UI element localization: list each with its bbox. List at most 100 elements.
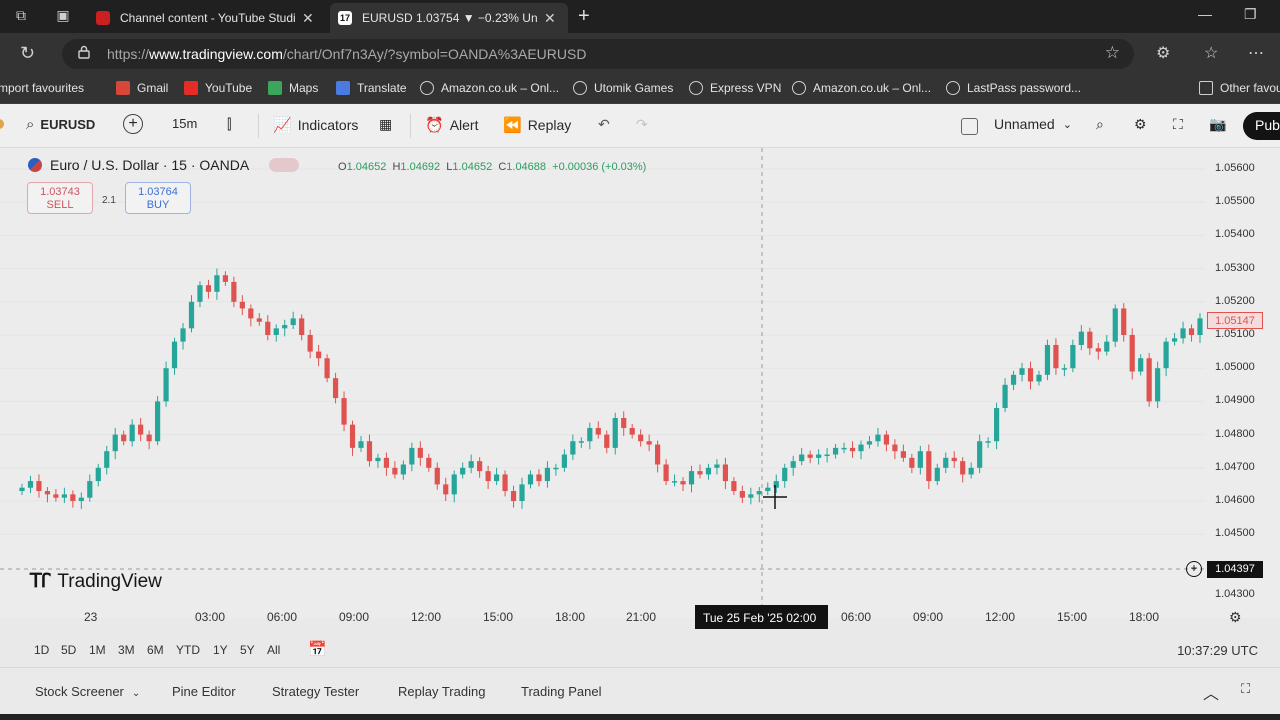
range-ytd[interactable]: YTD (176, 643, 200, 657)
utc-clock[interactable]: 10:37:29 UTC (1177, 643, 1258, 658)
maximize-panel-icon[interactable]: ⛶ (1241, 681, 1250, 697)
avatar[interactable] (0, 119, 4, 129)
publish-button[interactable]: Publ (1243, 112, 1280, 140)
bookmark-amazon-2[interactable]: Amazon.co.uk – Onl... (792, 81, 931, 95)
candle (926, 444, 932, 490)
settings-gear-icon[interactable]: ⚙ (1134, 116, 1147, 133)
chevron-up-icon[interactable]: ︿ (1203, 680, 1219, 704)
tab-trading-panel[interactable]: Trading Panel (521, 684, 601, 699)
bookmark-youtube[interactable]: YouTube (184, 81, 252, 95)
quick-search-icon[interactable]: ⌕ (1096, 116, 1104, 133)
favorite-star-icon[interactable]: ☆ (1105, 43, 1120, 63)
calendar-goto-date-icon[interactable]: 📅 (308, 640, 327, 658)
tab-replay-trading[interactable]: Replay Trading (398, 684, 485, 699)
new-tab-icon[interactable]: + (578, 5, 590, 28)
range-1d[interactable]: 1D (34, 643, 49, 657)
time-label: 09:00 (339, 610, 370, 624)
candle (663, 459, 669, 486)
candle (841, 442, 847, 454)
bookmark-lastpass[interactable]: LastPass password... (946, 81, 1081, 95)
candle (951, 451, 957, 468)
alert-button[interactable]: ⏰ Alert (425, 116, 478, 134)
toolbar-divider (410, 114, 411, 138)
tab-pine-editor[interactable]: Pine Editor (172, 684, 236, 699)
add-alert-plus-icon[interactable]: + (1186, 561, 1202, 577)
symbol-search-button[interactable]: ⌕ EURUSD (26, 116, 95, 133)
interval-button[interactable]: 15m (172, 116, 197, 131)
reload-icon[interactable]: ↻ (20, 43, 35, 64)
compare-symbol-icon[interactable]: + (123, 114, 143, 134)
more-menu-icon[interactable]: ⋯ (1248, 43, 1264, 63)
candle (460, 462, 466, 479)
undo-icon[interactable]: ↶ (598, 116, 610, 133)
bookmark-maps[interactable]: Maps (268, 81, 318, 95)
snapshot-camera-icon[interactable]: 📷 (1209, 116, 1226, 133)
replay-button[interactable]: ⏪ Replay (503, 116, 571, 134)
range-1y[interactable]: 1Y (213, 643, 228, 657)
candle (1129, 328, 1135, 380)
bookmark-translate[interactable]: Translate (336, 81, 407, 95)
rewind-icon: ⏪ (503, 117, 522, 134)
tab-youtube-studio[interactable]: Channel content - YouTube Studio ✕ (88, 3, 330, 33)
bookmark-import-favourites[interactable]: mport favourites (0, 81, 84, 95)
sell-button[interactable]: 1.03743 SELL (27, 182, 93, 214)
candle (70, 490, 76, 508)
time-label: 15:00 (483, 610, 514, 624)
candle (1188, 324, 1195, 342)
bookmark-utomik-games[interactable]: Utomik Games (573, 81, 673, 95)
indicators-button[interactable]: 📈 Indicators (273, 116, 358, 134)
range-all[interactable]: All (267, 643, 280, 657)
range-6m[interactable]: 6M (147, 643, 164, 657)
range-1m[interactable]: 1M (89, 643, 106, 657)
close-tab-icon[interactable]: ✕ (302, 10, 314, 27)
range-3m[interactable]: 3M (118, 643, 135, 657)
chart-pane[interactable]: Euro / U.S. Dollar · 15 · OANDA O1.04652… (0, 148, 1280, 618)
axis-settings-gear-icon[interactable]: ⚙ (1229, 609, 1242, 626)
minimize-icon[interactable]: — (1198, 6, 1212, 22)
price-scale[interactable]: 1.05600 1.05500 1.05400 1.05300 1.05200 1.051… (1208, 148, 1280, 618)
fullscreen-icon[interactable]: ⛶ (1173, 116, 1183, 133)
candle (332, 372, 339, 404)
candle (112, 427, 118, 460)
layouts-icon[interactable]: ▦ (379, 116, 392, 133)
tab-strategy-tester[interactable]: Strategy Tester (272, 684, 359, 699)
chart-type-icon[interactable]: ⫿ (227, 116, 231, 133)
chevron-down-icon: ⌄ (131, 688, 141, 699)
close-tab-icon[interactable]: ✕ (544, 10, 556, 27)
time-label: 09:00 (913, 610, 944, 624)
ohlc-values: O1.04652 H1.04692 L1.04652 C1.04688 +0.0… (338, 161, 647, 173)
price-tick-label: 1.05600 (1215, 162, 1255, 174)
candle (129, 419, 135, 447)
range-5d[interactable]: 5D (61, 643, 76, 657)
restore-icon[interactable]: ❐ (1244, 6, 1257, 23)
candle (95, 463, 101, 487)
bookmark-express-vpn[interactable]: Express VPN (689, 81, 781, 95)
bookmark-gmail[interactable]: Gmail (116, 81, 168, 95)
workspaces-icon[interactable]: ⧉ (12, 7, 30, 25)
address-bar[interactable]: https://www.tradingview.com/chart/Onf7n3… (62, 39, 1134, 69)
time-axis[interactable]: 23 03:00 06:00 09:00 12:00 15:00 18:00 2… (0, 604, 1280, 632)
layout-name-button[interactable]: Unnamed ⌄ (994, 116, 1072, 132)
candle (1180, 321, 1186, 344)
candle (544, 461, 551, 488)
bookmark-amazon-1[interactable]: Amazon.co.uk – Onl... (420, 81, 559, 95)
candlestick-chart[interactable] (0, 148, 1280, 618)
legend-toggle-icon[interactable] (269, 158, 300, 172)
candle (849, 441, 856, 458)
time-label: 18:00 (555, 610, 586, 624)
tab-stock-screener[interactable]: Stock Screener ⌄ (35, 684, 140, 699)
candle (790, 455, 796, 476)
candle (468, 454, 474, 474)
extensions-icon[interactable]: ⚙ (1156, 43, 1170, 63)
candle (197, 281, 203, 308)
favorites-icon[interactable]: ☆ (1204, 43, 1218, 63)
time-label: 06:00 (841, 610, 872, 624)
youtube-studio-favicon-icon (96, 11, 110, 25)
redo-icon[interactable]: ↷ (636, 116, 648, 133)
range-5y[interactable]: 5Y (240, 643, 255, 657)
layout-checkbox[interactable] (961, 118, 978, 135)
tab-actions-icon[interactable]: ▣ (54, 7, 72, 25)
other-favourites[interactable]: Other favou (1199, 81, 1280, 95)
tab-tradingview[interactable]: 17 EURUSD 1.03754 ▼ −0.23% Unnamed ✕ (330, 3, 568, 33)
buy-button[interactable]: 1.03764 BUY (125, 182, 191, 214)
